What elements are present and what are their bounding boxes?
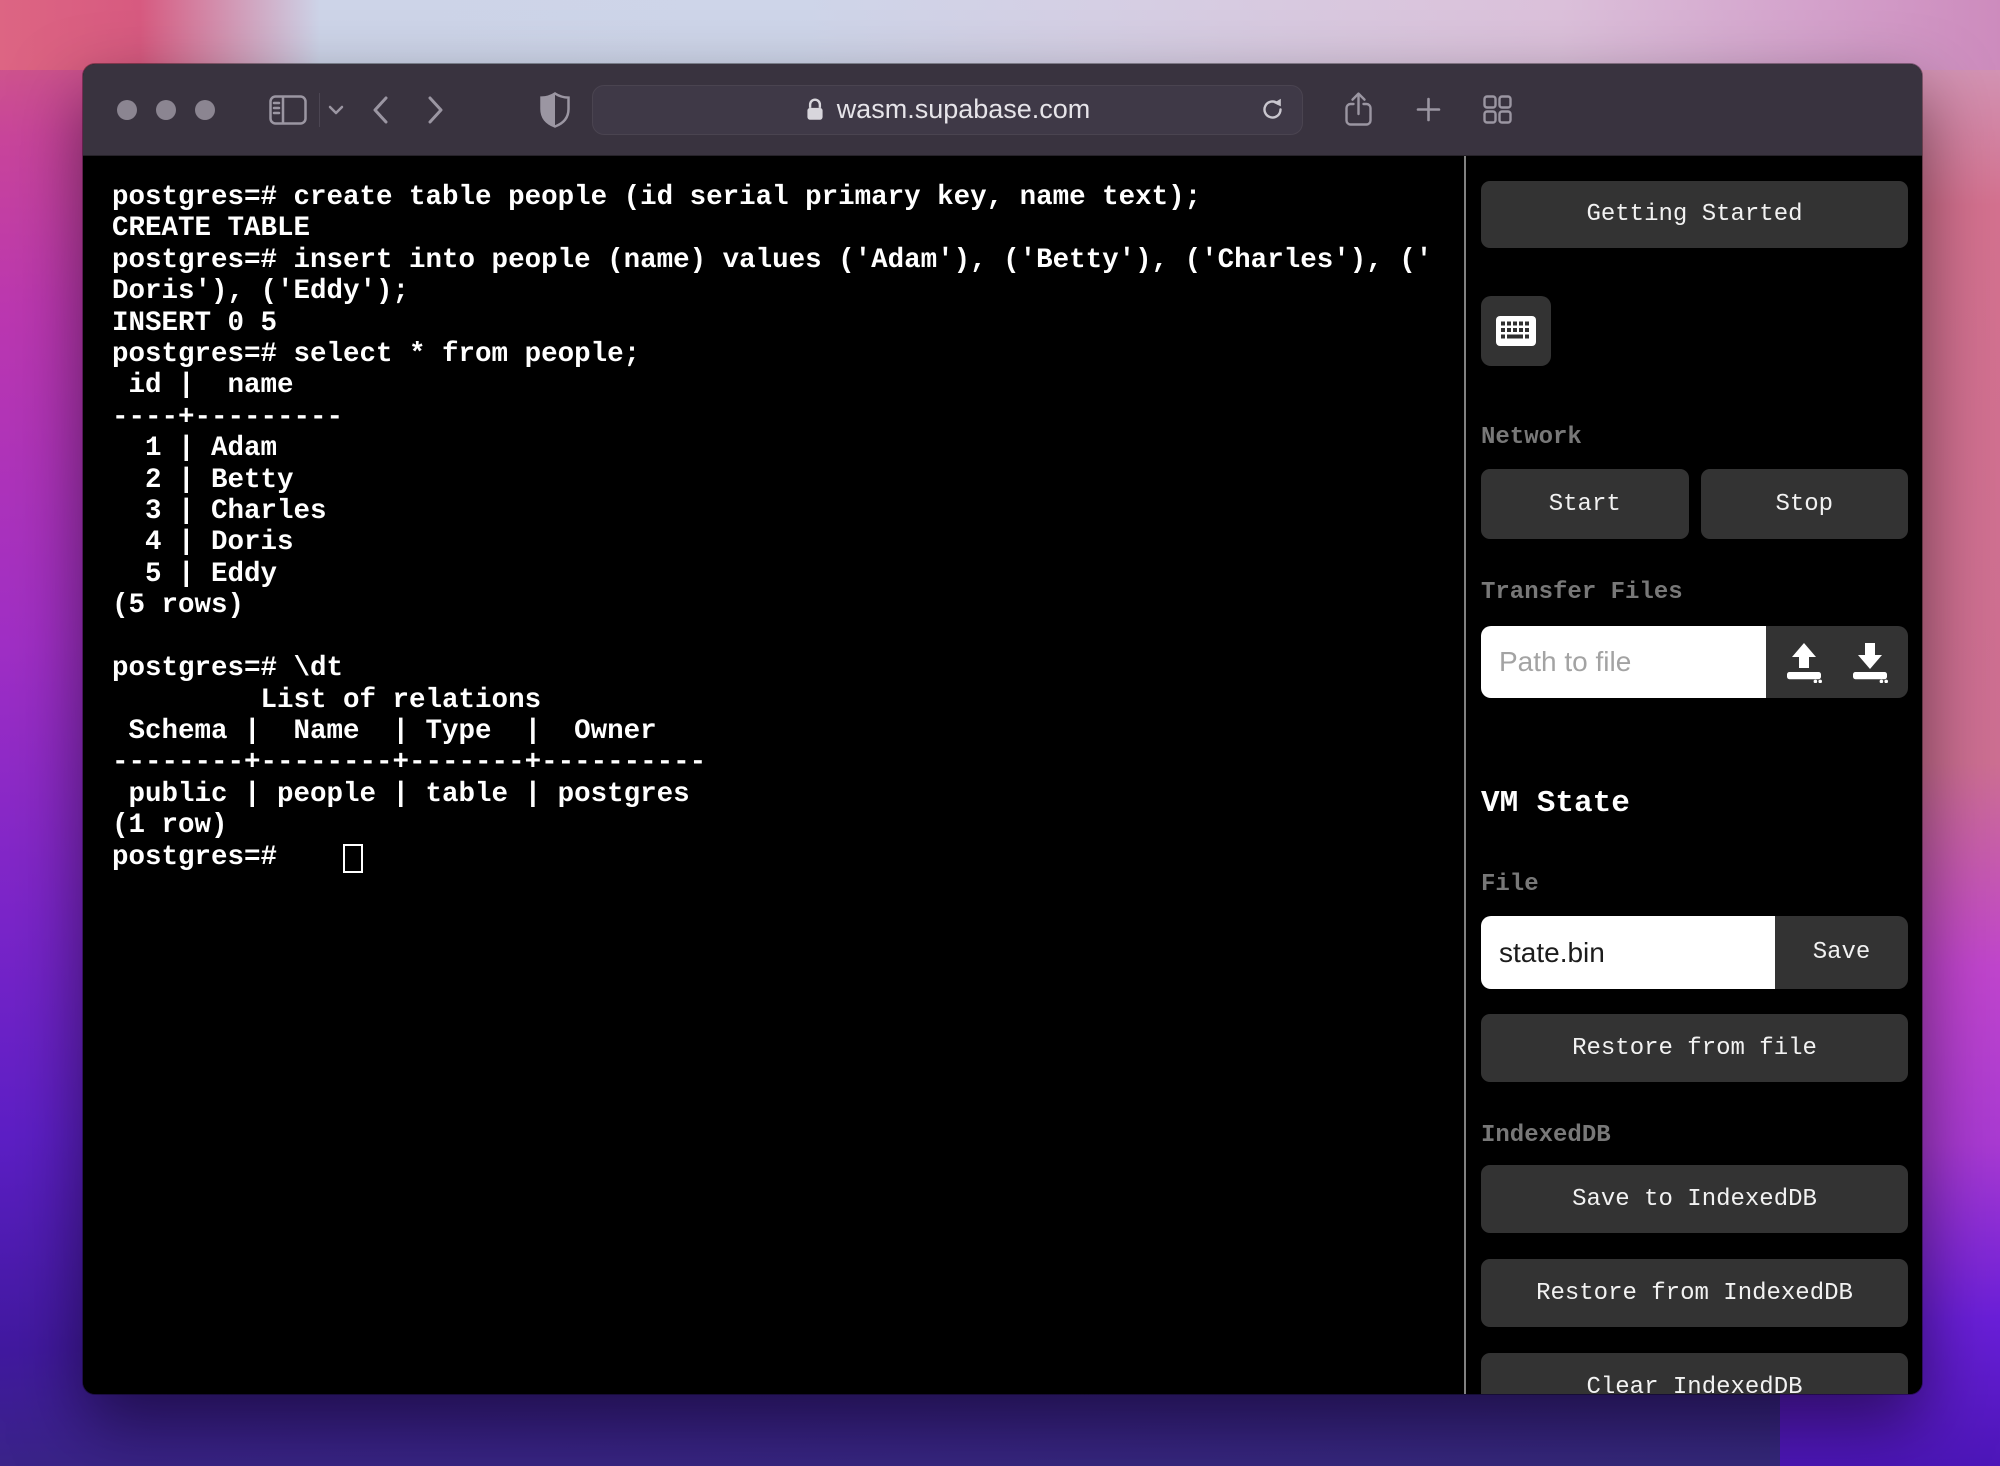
sidebar-toggle-button[interactable] [269,94,307,125]
zoom-button[interactable] [195,99,215,120]
sidebar-icon [269,94,307,125]
upload-file-button[interactable] [1781,641,1827,683]
path-to-file-input[interactable] [1481,626,1766,698]
keyboard-icon [1496,316,1536,346]
share-button[interactable] [1343,91,1374,128]
lock-icon [805,97,825,123]
restore-from-indexeddb-button[interactable]: Restore from IndexedDB [1481,1259,1908,1327]
transfer-icon-panel [1766,626,1908,698]
minimize-button[interactable] [156,99,176,120]
tab-overview-button[interactable] [1483,95,1512,124]
download-file-button[interactable] [1847,641,1893,683]
safari-window: wasm.supabase.com postgres=# create tabl… [83,64,1922,1394]
getting-started-button[interactable]: Getting Started [1481,181,1908,248]
privacy-report-button[interactable] [540,91,570,128]
traffic-lights [117,99,215,120]
back-button[interactable] [372,96,389,124]
vm-file-row: Save [1481,916,1908,989]
terminal-output: postgres=# create table people (id seria… [112,182,1433,842]
tab-group-dropdown-button[interactable] [328,105,344,115]
close-button[interactable] [117,99,137,120]
grid-icon [1483,95,1512,124]
new-tab-button[interactable] [1416,97,1441,122]
terminal-prompt-line: postgres=# [112,842,1458,873]
terminal-cursor [343,843,364,873]
state-file-input[interactable] [1481,916,1775,989]
desktop: wasm.supabase.com postgres=# create tabl… [0,0,2000,1466]
vm-state-heading: VM State [1481,786,1630,821]
chevron-right-icon [427,96,444,124]
forward-button[interactable] [427,96,444,124]
save-to-indexeddb-button[interactable]: Save to IndexedDB [1481,1165,1908,1233]
network-stop-button[interactable]: Stop [1700,469,1908,539]
restore-from-file-button[interactable]: Restore from file [1481,1014,1908,1082]
url-text: wasm.supabase.com [836,94,1091,124]
network-start-button[interactable]: Start [1481,469,1689,539]
shield-icon [540,91,570,128]
transfer-files-row [1481,626,1908,698]
save-state-button[interactable]: Save [1775,916,1908,989]
indexeddb-section-label: IndexedDB [1481,1122,1611,1149]
network-section-label: Network [1481,424,1582,451]
upload-icon [1781,641,1827,683]
clear-indexeddb-button[interactable]: Clear IndexedDB [1481,1353,1908,1394]
toolbar-separator [319,92,320,127]
download-icon [1847,641,1893,683]
reload-icon [1259,96,1286,123]
control-sidebar: Getting Started Network Start Stop Trans… [1466,156,1922,1394]
browser-toolbar: wasm.supabase.com [83,64,1922,156]
chevron-left-icon [372,96,389,124]
address-bar[interactable]: wasm.supabase.com [592,84,1303,135]
terminal-prompt: postgres=# [112,841,344,873]
chevron-down-icon [328,105,344,115]
file-section-label: File [1481,871,1539,898]
reload-button[interactable] [1259,96,1286,123]
transfer-files-section-label: Transfer Files [1481,579,1683,606]
plus-icon [1416,97,1441,122]
postgres-terminal[interactable]: postgres=# create table people (id seria… [83,156,1464,1394]
share-icon [1343,91,1374,128]
keyboard-button[interactable] [1481,296,1551,366]
